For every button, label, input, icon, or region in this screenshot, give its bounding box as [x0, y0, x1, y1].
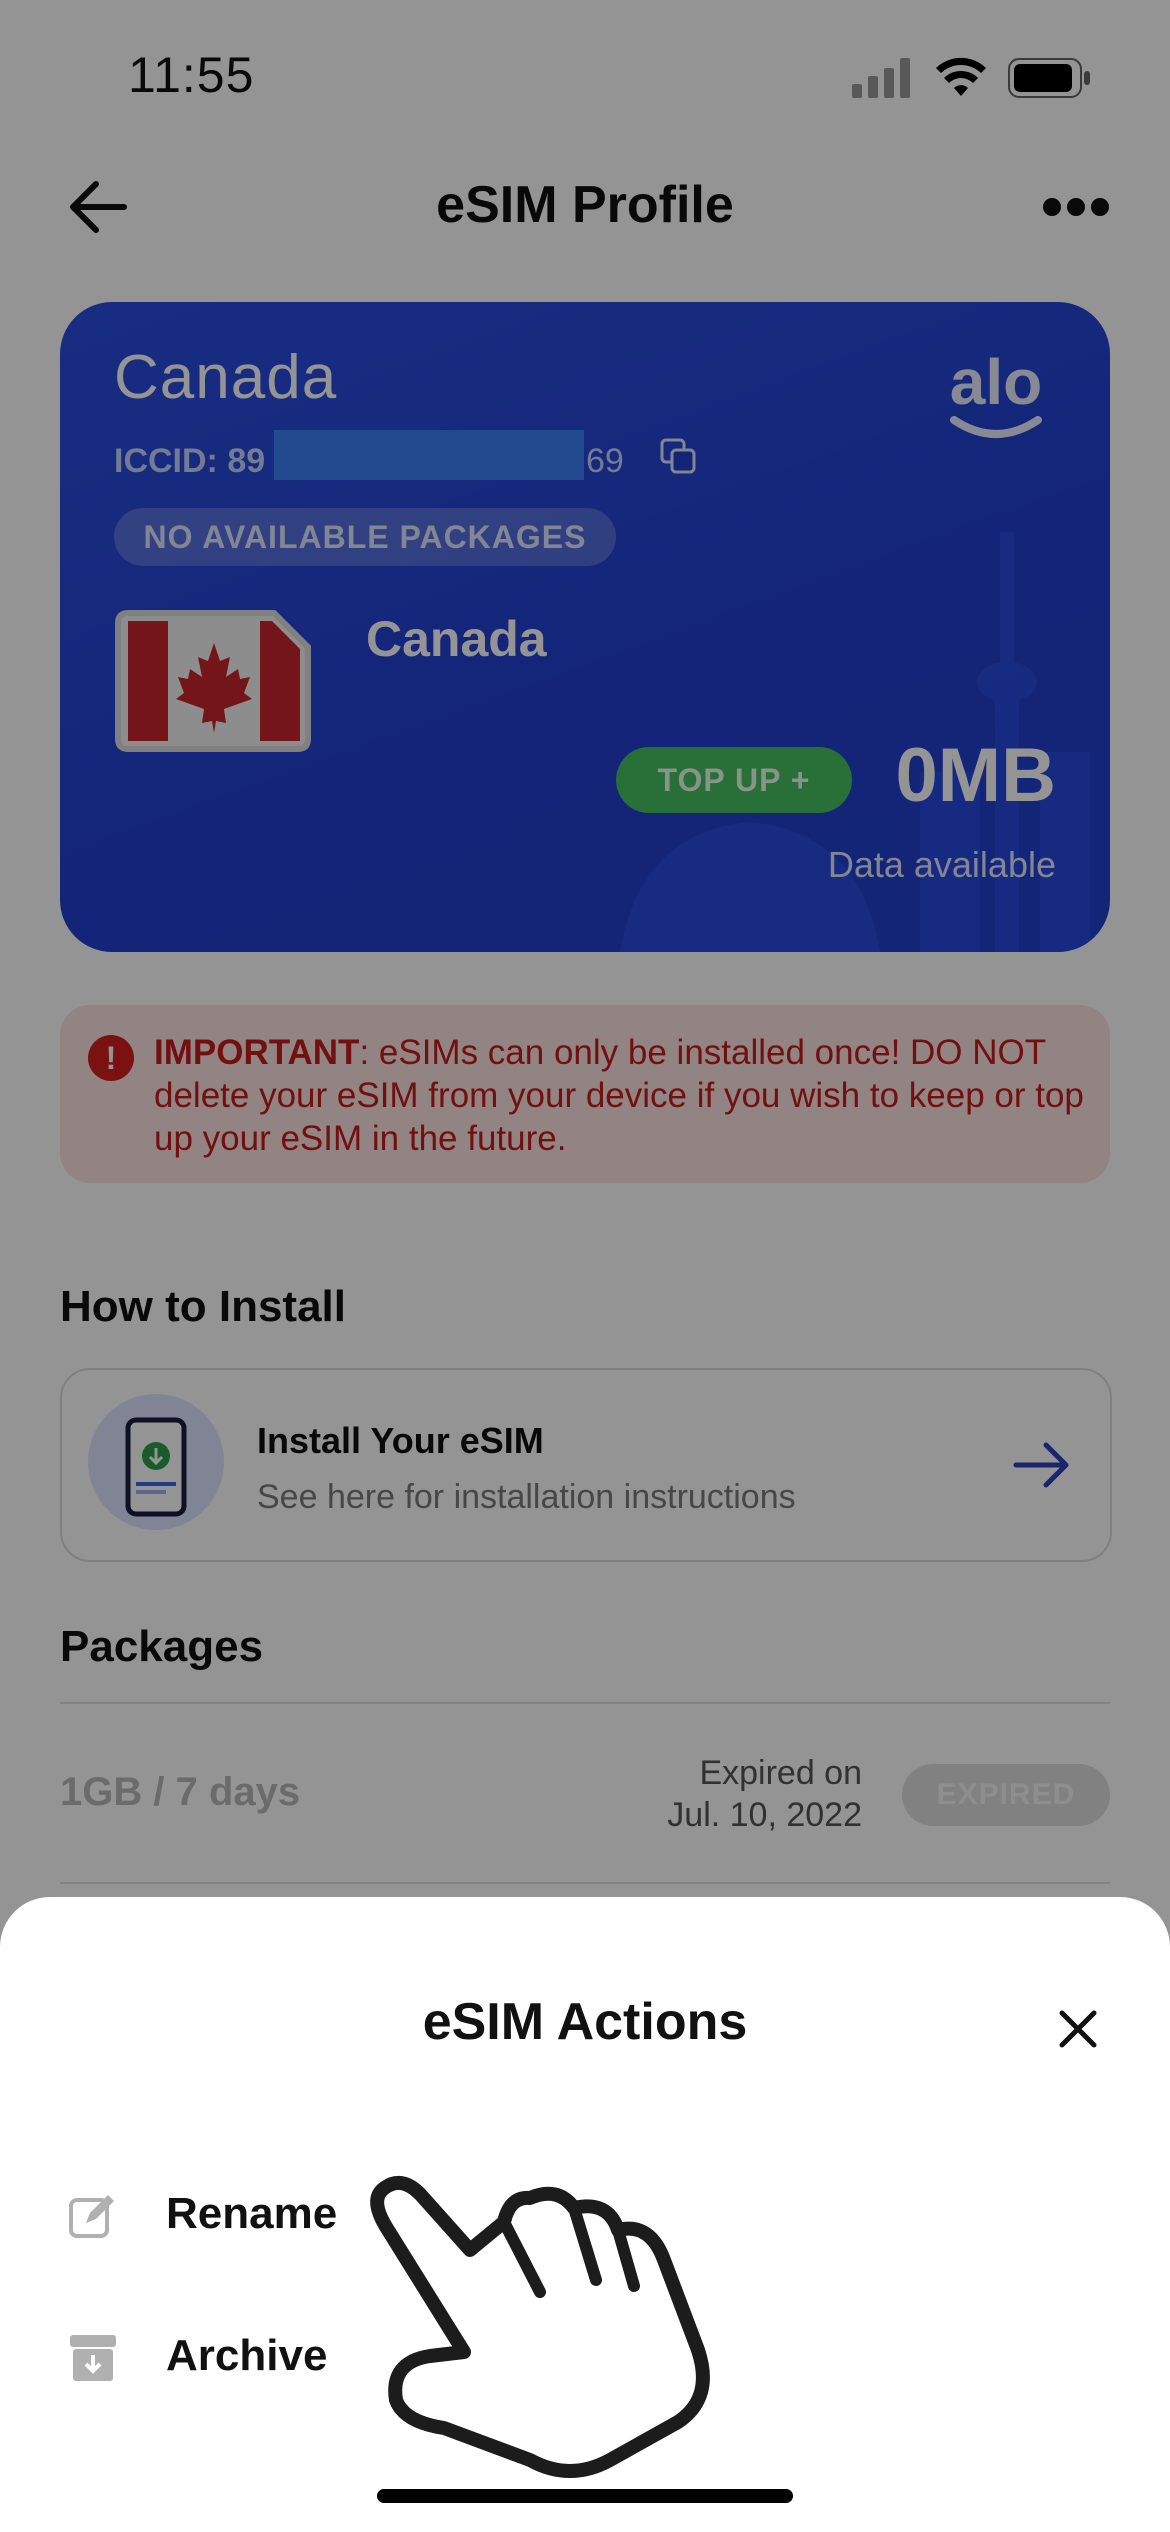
edit-icon: [69, 2195, 114, 2238]
close-icon[interactable]: [1058, 2009, 1098, 2049]
archive-icon: [70, 2335, 116, 2381]
archive-label: Archive: [166, 2331, 328, 2380]
sheet-title: eSIM Actions: [422, 1993, 748, 2051]
pointing-hand-icon: [370, 2176, 710, 2478]
rename-label: Rename: [166, 2189, 338, 2238]
home-indicator: [377, 2489, 793, 2503]
